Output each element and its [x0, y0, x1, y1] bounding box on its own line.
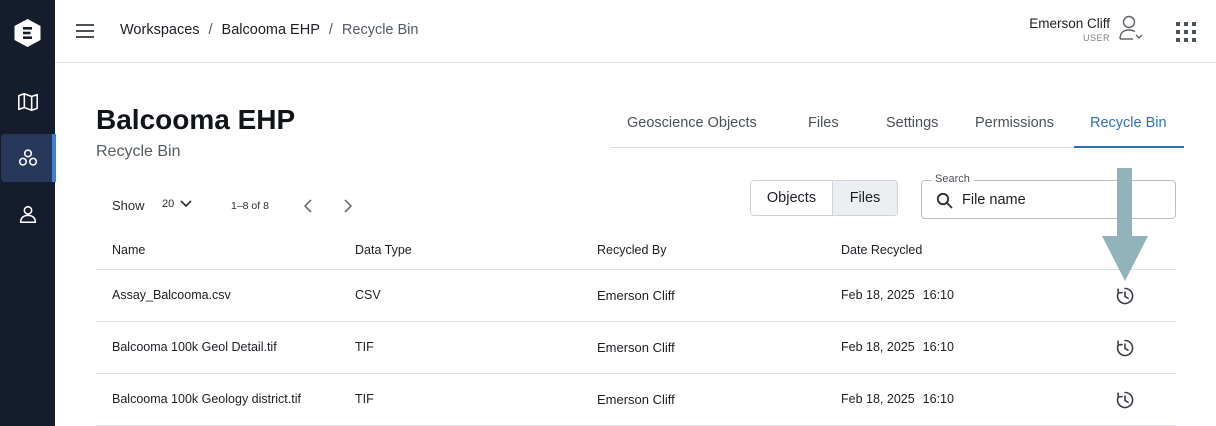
restore-icon[interactable] [1115, 338, 1135, 358]
page-title: Balcooma EHP [96, 104, 296, 135]
user-icon [19, 205, 36, 224]
active-tab-indicator [1074, 146, 1184, 148]
page-size-value: 20 [162, 198, 175, 210]
column-header-recycled-by[interactable]: Recycled By [597, 243, 666, 257]
user-role: USER [1082, 33, 1110, 43]
chevron-right-icon[interactable] [340, 197, 356, 215]
data-type: TIF [355, 392, 374, 406]
objects-files-toggle: Objects Files [750, 180, 898, 216]
date-recycled: Feb 18, 2025 16:10 [841, 392, 954, 406]
files-toggle-button[interactable]: Files [833, 181, 897, 215]
tab-settings[interactable]: Settings [886, 115, 938, 131]
chevron-left-icon[interactable] [300, 197, 316, 215]
column-header-data-type[interactable]: Data Type [355, 243, 412, 257]
file-name: Assay_Balcooma.csv [112, 288, 231, 302]
table-row: Balcooma 100k Geology district.tif TIF E… [96, 374, 1176, 426]
time-value: 16:10 [922, 340, 954, 354]
show-label: Show [112, 198, 145, 213]
table-header: Name Data Type Recycled By Date Recycled [96, 232, 1176, 270]
tab-permissions[interactable]: Permissions [975, 115, 1054, 131]
workspaces-icon [18, 149, 37, 166]
sidebar [0, 0, 56, 426]
date-value: Feb 18, 2025 [841, 288, 915, 302]
search-legend: Search [931, 173, 974, 185]
user-menu-icon[interactable] [1118, 14, 1144, 42]
user-info[interactable]: Emerson Cliff USER [1029, 16, 1110, 43]
breadcrumb: Workspaces / Balcooma EHP / Recycle Bin [120, 22, 418, 38]
top-bar: Workspaces / Balcooma EHP / Recycle Bin … [55, 0, 1216, 63]
tab-files[interactable]: Files [808, 115, 839, 131]
tab-recycle-bin[interactable]: Recycle Bin [1090, 115, 1167, 131]
sidebar-item-map[interactable] [0, 79, 55, 125]
user-name: Emerson Cliff [1029, 16, 1110, 31]
sidebar-item-workspaces[interactable] [1, 134, 56, 182]
recycled-by: Emerson Cliff [597, 288, 675, 303]
restore-icon[interactable] [1115, 286, 1135, 306]
recycled-by: Emerson Cliff [597, 340, 675, 355]
date-recycled: Feb 18, 2025 16:10 [841, 340, 954, 354]
evo-logo-icon[interactable] [13, 18, 42, 48]
map-icon [17, 92, 38, 112]
breadcrumb-workspaces[interactable]: Workspaces [120, 22, 200, 38]
workspace-tabs: Geoscience Objects Files Settings Permis… [610, 104, 1184, 148]
recycle-bin-table: Name Data Type Recycled By Date Recycled… [96, 232, 1176, 426]
column-header-date-recycled[interactable]: Date Recycled [841, 243, 922, 257]
grid-apps-icon[interactable] [1176, 22, 1196, 42]
file-name: Balcooma 100k Geology district.tif [112, 392, 301, 406]
tab-geoscience-objects[interactable]: Geoscience Objects [627, 115, 757, 131]
breadcrumb-separator: / [208, 22, 213, 38]
sidebar-item-user[interactable] [0, 191, 55, 237]
data-type: TIF [355, 340, 374, 354]
table-row: Assay_Balcooma.csv CSV Emerson Cliff Feb… [96, 270, 1176, 322]
breadcrumb-separator: / [328, 22, 333, 38]
data-type: CSV [355, 288, 381, 302]
time-value: 16:10 [922, 288, 954, 302]
breadcrumb-current: Recycle Bin [341, 22, 419, 38]
table-row: Balcooma 100k Geol Detail.tif TIF Emerso… [96, 322, 1176, 374]
objects-toggle-button[interactable]: Objects [751, 181, 833, 215]
file-name: Balcooma 100k Geol Detail.tif [112, 340, 277, 354]
date-value: Feb 18, 2025 [841, 392, 915, 406]
date-value: Feb 18, 2025 [841, 340, 915, 354]
recycled-by: Emerson Cliff [597, 392, 675, 407]
breadcrumb-workspace[interactable]: Balcooma EHP [222, 22, 320, 38]
annotation-arrow-icon [1102, 168, 1148, 281]
column-header-name[interactable]: Name [112, 243, 145, 257]
time-value: 16:10 [922, 392, 954, 406]
pagination-range: 1–8 of 8 [231, 200, 269, 212]
page-size-select[interactable]: 20 [162, 198, 192, 210]
search-icon [936, 192, 953, 209]
page-subtitle: Recycle Bin [96, 143, 181, 160]
chevron-down-icon [180, 200, 192, 208]
hamburger-icon[interactable] [74, 19, 96, 43]
restore-icon[interactable] [1115, 390, 1135, 410]
date-recycled: Feb 18, 2025 16:10 [841, 288, 954, 302]
